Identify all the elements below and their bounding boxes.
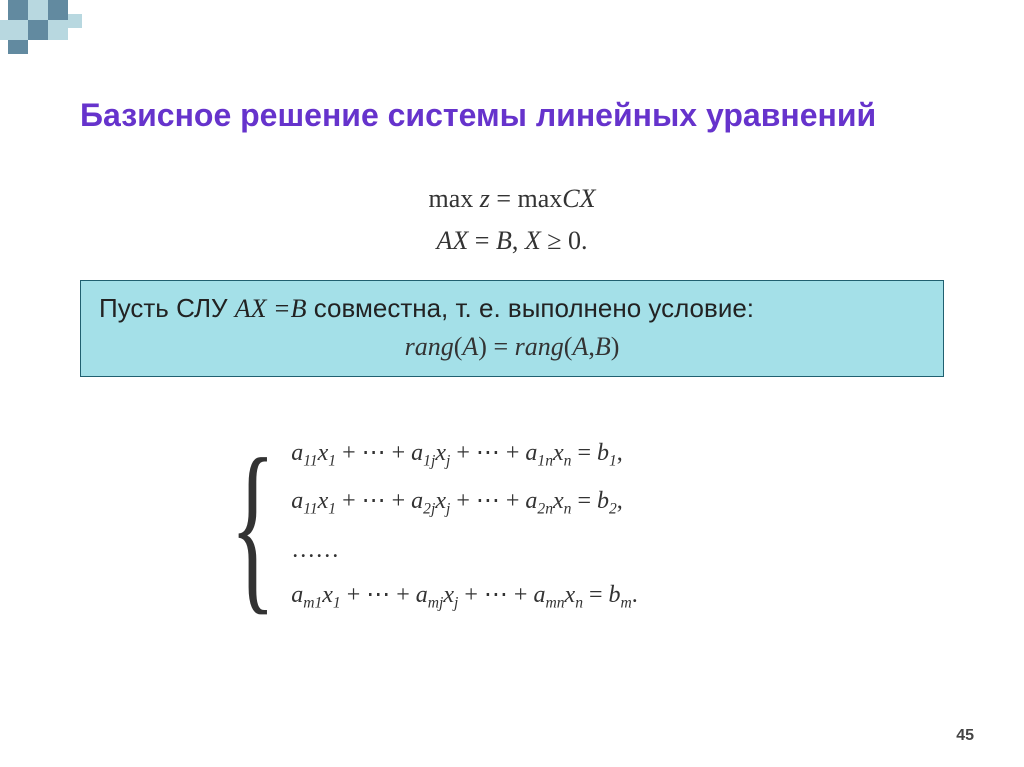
equation-row-4: am1x1 + ⋯ + amjxj + ⋯ + amnxn = bm. [291, 582, 638, 612]
condition-box: Пусть СЛУ AX =B совместна, т. е. выполне… [80, 280, 944, 377]
condition-axb: AX =B [235, 294, 307, 323]
corner-decoration [0, 0, 140, 60]
objective-line-1: max z = maxCX [0, 178, 1024, 220]
equation-row-2: a11x1 + ⋯ + a2jxj + ⋯ + a2nxn = b2, [291, 488, 638, 518]
condition-suffix: совместна, т. е. выполнено условие: [307, 293, 755, 323]
equation-system: { a11x1 + ⋯ + a1jxj + ⋯ + a1nxn = b1, a1… [230, 430, 638, 623]
objective-block: max z = maxCX AX = B, X ≥ 0. [0, 178, 1024, 261]
condition-prefix: Пусть СЛУ [99, 293, 235, 323]
page-number: 45 [956, 727, 974, 745]
condition-text: Пусть СЛУ AX =B совместна, т. е. выполне… [99, 293, 925, 324]
condition-equation: rang(A) = rang(A,B) [99, 332, 925, 362]
equation-row-1: a11x1 + ⋯ + a1jxj + ⋯ + a1nxn = b1, [291, 440, 638, 470]
slide-title: Базисное решение системы линейных уравне… [80, 95, 940, 135]
objective-line-2: AX = B, X ≥ 0. [0, 220, 1024, 262]
left-brace: { [230, 441, 276, 612]
equation-row-3: …… [291, 537, 638, 565]
equation-rows: a11x1 + ⋯ + a1jxj + ⋯ + a1nxn = b1, a11x… [291, 430, 638, 623]
